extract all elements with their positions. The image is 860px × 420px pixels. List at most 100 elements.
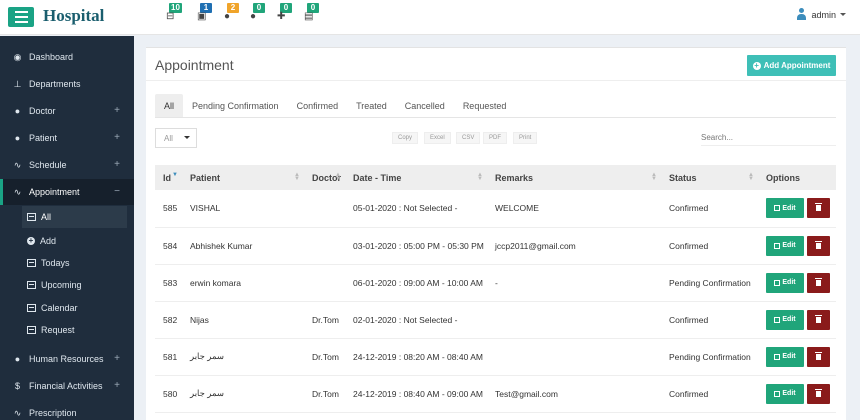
column-header-date-time[interactable]: Date - Time ▲ ▼ <box>345 165 487 190</box>
export-excel-button[interactable]: Excel <box>424 132 451 144</box>
sidebar-item-label: Financial Activities <box>29 381 103 391</box>
trash-icon <box>815 203 822 212</box>
chevron-down-icon <box>840 13 846 16</box>
column-header-remarks[interactable]: Remarks ▲ ▼ <box>487 165 661 190</box>
notification-beds[interactable]: 10 ⊟ <box>164 3 186 31</box>
sidebar-item-dashboard[interactable]: ◉ Dashboard <box>0 44 134 70</box>
cell-doctor: Dr.Tom <box>304 301 345 339</box>
cell-id: 581 <box>155 338 182 376</box>
list-icon <box>27 259 36 267</box>
sitemap-icon: ⊥ <box>13 79 22 89</box>
sidebar-item-prescription[interactable]: ∿ Prescription <box>0 400 134 420</box>
edit-button[interactable]: Edit <box>766 235 804 256</box>
sidebar-subitem-calendar[interactable]: Calendar <box>0 297 134 319</box>
sidebar-item-schedule[interactable]: ∿ Schedule + <box>0 152 134 178</box>
edit-button[interactable]: Edit <box>766 346 804 367</box>
trash-icon <box>815 314 822 323</box>
sidebar-subitem-label: Calendar <box>41 303 78 313</box>
edit-icon <box>774 279 781 286</box>
search-input[interactable] <box>701 130 836 146</box>
page-title: Appointment <box>155 57 234 73</box>
notification-reports[interactable]: 0 ▤ <box>302 3 324 31</box>
column-header-status[interactable]: Status ▲ ▼ <box>661 165 758 190</box>
sort-icon: ▲ ▼ <box>335 172 341 182</box>
cell-status: Confirmed <box>661 190 758 228</box>
sort-icon: ▲ ▼ <box>651 172 657 182</box>
cell-doctor <box>304 264 345 302</box>
plus-circle-icon <box>27 236 35 245</box>
cell-datetime: 05-01-2020 : Not Selected - <box>345 190 487 228</box>
sidebar-subitem-upcoming[interactable]: Upcoming <box>0 274 134 296</box>
cell-patient: VISHAL <box>182 190 304 228</box>
menu-toggle-button[interactable] <box>8 7 34 27</box>
app-logo[interactable]: Hospital <box>43 6 104 26</box>
tab-all[interactable]: All <box>155 94 184 117</box>
notification-hospital[interactable]: 0 ✚ <box>275 3 297 31</box>
sidebar-item-label: Dashboard <box>29 52 74 62</box>
delete-button[interactable] <box>807 235 830 256</box>
trash-icon <box>815 277 822 286</box>
cell-datetime: 24-12-2019 : 08:40 AM - 09:00 AM <box>345 375 487 413</box>
export-csv-button[interactable]: CSV <box>456 132 481 144</box>
length-select[interactable]: All <box>155 128 197 148</box>
delete-button[interactable] <box>807 309 830 330</box>
cell-status: Pending Confirmation <box>661 264 758 302</box>
dollar-icon: $ <box>14 381 20 391</box>
status-tabs: All Pending Confirmation Confirmed Treated C… <box>155 94 515 117</box>
column-header-doctor[interactable]: Doctor ▲ ▼ <box>304 165 345 190</box>
sidebar-subitem-request[interactable]: Request <box>0 319 134 341</box>
edit-button[interactable]: Edit <box>766 309 804 330</box>
expand-icon: − <box>114 186 120 197</box>
appointment-panel: Appointment + Add Appointment All Pending… <box>146 47 846 420</box>
export-print-button[interactable]: Print <box>513 132 538 144</box>
sidebar-item-financial-activities[interactable]: $ Financial Activities + <box>0 373 134 399</box>
tab-treated[interactable]: Treated <box>347 94 396 117</box>
sidebar-subitem-add[interactable]: Add <box>0 230 134 252</box>
edit-icon <box>774 316 781 323</box>
cell-patient: Abhishek Kumar <box>182 227 304 265</box>
sidebar-item-doctor[interactable]: ● Doctor + <box>0 98 134 124</box>
tab-confirmed[interactable]: Confirmed <box>288 94 348 117</box>
sidebar-subitem-todays[interactable]: Todays <box>0 252 134 274</box>
delete-button[interactable] <box>807 272 830 293</box>
cell-doctor <box>304 190 345 228</box>
cell-options: Edit <box>758 227 836 265</box>
delete-button[interactable] <box>807 383 830 404</box>
sidebar-item-label: Prescription <box>29 408 77 418</box>
tab-pending-confirmation[interactable]: Pending Confirmation <box>183 94 288 117</box>
notification-payments[interactable]: 1 ▣ <box>195 3 217 31</box>
tab-requested[interactable]: Requested <box>454 94 516 117</box>
cell-patient: Nijas <box>182 301 304 339</box>
sidebar-item-human-resources[interactable]: ● Human Resources + <box>0 346 134 372</box>
sidebar-item-patient[interactable]: ● Patient + <box>0 125 134 151</box>
cell-datetime: 24-12-2019 : 08:20 AM - 08:40 AM <box>345 338 487 376</box>
notification-patients[interactable]: 2 ● <box>222 3 244 31</box>
column-header-id[interactable]: Id ▼ <box>155 165 182 190</box>
chevron-down-icon <box>184 136 190 139</box>
sidebar-item-departments[interactable]: ⊥ Departments <box>0 71 134 97</box>
user-menu[interactable]: admin <box>796 8 846 21</box>
edit-button[interactable]: Edit <box>766 383 804 404</box>
users-icon: ● <box>14 106 21 116</box>
delete-button[interactable] <box>807 198 830 219</box>
reports-icon: ▤ <box>304 11 314 22</box>
users-icon: ● <box>14 354 21 364</box>
tab-cancelled[interactable]: Cancelled <box>396 94 454 117</box>
column-header-patient[interactable]: Patient ▲ ▼ <box>182 165 304 190</box>
sort-icon: ▲ ▼ <box>477 172 483 182</box>
table-row: 581 سمر جابر Dr.Tom 24-12-2019 : 08:20 AM -… <box>155 338 836 376</box>
edit-button[interactable]: Edit <box>766 272 804 293</box>
export-copy-button[interactable]: Copy <box>392 132 419 144</box>
delete-button[interactable] <box>807 346 830 367</box>
table-row: 582 Nijas Dr.Tom 02-01-2020 : Not Selected … <box>155 301 836 339</box>
cell-remarks: Test@gmail.com <box>487 375 661 413</box>
export-pdf-button[interactable]: PDF <box>483 132 507 144</box>
table-row: 584 Abhishek Kumar 03-01-2020 : 05:00 PM -… <box>155 227 836 265</box>
edit-label: Edit <box>782 353 796 360</box>
sidebar-item-appointment[interactable]: ∿ Appointment − <box>0 179 134 205</box>
notification-doctors[interactable]: 0 ● <box>248 3 270 31</box>
add-appointment-button[interactable]: + Add Appointment <box>747 55 836 76</box>
edit-button[interactable]: Edit <box>766 198 804 219</box>
sidebar-subitem-all[interactable]: All <box>22 206 127 228</box>
sidebar-subitem-label: Upcoming <box>41 280 82 290</box>
